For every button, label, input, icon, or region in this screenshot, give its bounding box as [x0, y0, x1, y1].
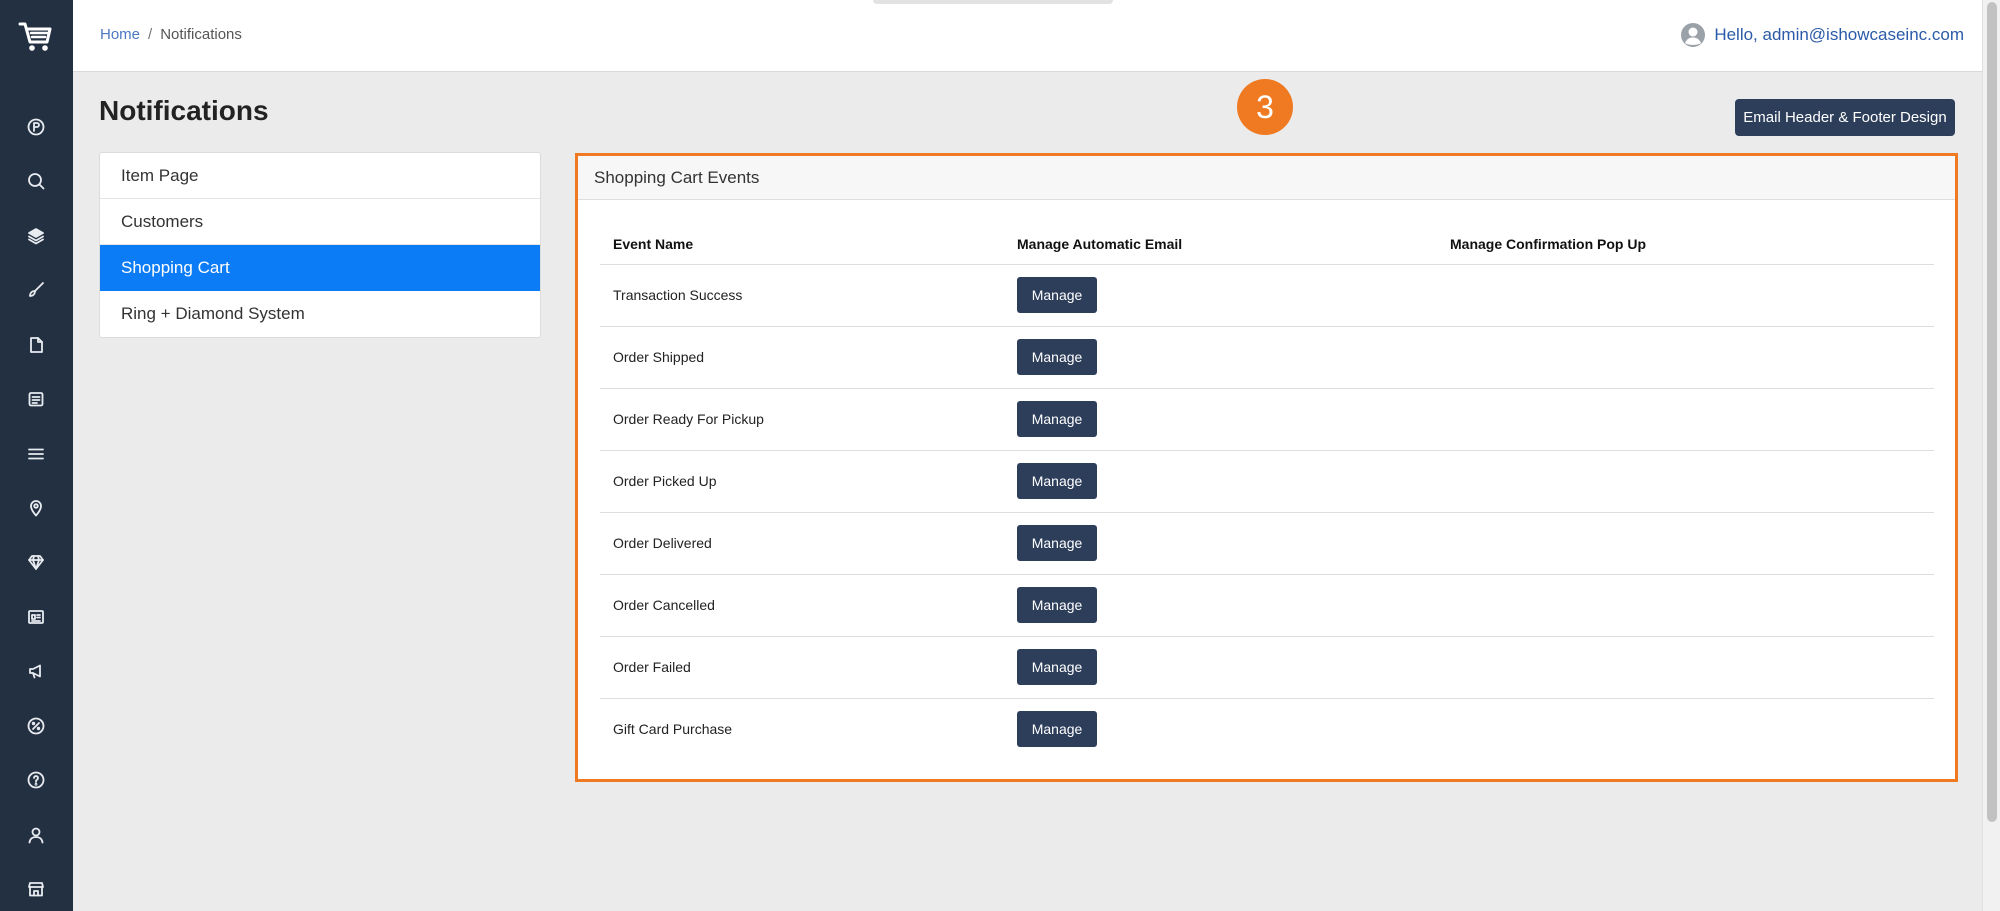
popup-cell: [1437, 636, 1934, 699]
gallery-icon[interactable]: [21, 602, 51, 632]
event-name: Gift Card Purchase: [613, 721, 733, 738]
top-bar-tab-hint: [873, 0, 1113, 4]
category-shopping-cart[interactable]: Shopping Cart: [100, 245, 540, 291]
discount-icon[interactable]: [21, 711, 51, 741]
manage-email-button[interactable]: Manage: [1017, 711, 1097, 748]
email-cell: Manage: [1004, 326, 1437, 389]
map-pin-icon[interactable]: [21, 493, 51, 523]
manage-email-button[interactable]: Manage: [1017, 649, 1097, 685]
sidebar-rail: [0, 0, 73, 911]
panel-title: Shopping Cart Events: [578, 156, 1955, 200]
shopping-cart-events-panel: Shopping Cart Events Event Name Manage A…: [575, 153, 1958, 782]
brush-icon[interactable]: [21, 275, 51, 305]
category-ring-diamond-system[interactable]: Ring + Diamond System: [100, 291, 540, 337]
layers-icon[interactable]: [21, 221, 51, 251]
table-row: Order Failed Manage: [600, 636, 1934, 699]
breadcrumb-current: Notifications: [160, 26, 242, 43]
store-icon[interactable]: [21, 874, 51, 904]
help-icon[interactable]: [21, 765, 51, 795]
menu-icon[interactable]: [21, 439, 51, 469]
column-header-confirmation-popup: Manage Confirmation Pop Up: [1437, 225, 1934, 265]
breadcrumb-separator: /: [148, 26, 153, 43]
column-header-automatic-email: Manage Automatic Email: [1004, 225, 1437, 265]
popup-cell: [1437, 326, 1934, 389]
email-cell: Manage: [1004, 698, 1437, 760]
manage-email-button[interactable]: Manage: [1017, 277, 1097, 313]
table-row: Transaction Success Manage: [600, 264, 1934, 327]
manage-email-button[interactable]: Manage: [1017, 463, 1097, 499]
table-row: Order Picked Up Manage: [600, 450, 1934, 513]
table-row: Order Ready For Pickup Manage: [600, 388, 1934, 451]
page-title: Notifications: [99, 95, 269, 126]
user-greeting: Hello, admin@ishowcaseinc.com: [1714, 25, 1964, 44]
email-cell: Manage: [1004, 264, 1437, 327]
event-name: Order Cancelled: [600, 574, 1004, 637]
email-cell: Manage: [1004, 574, 1437, 637]
email-header-footer-design-button[interactable]: Email Header & Footer Design: [1735, 99, 1955, 136]
popup-cell: [1437, 574, 1934, 637]
diamond-icon[interactable]: [21, 547, 51, 577]
user-circle-icon: [1680, 22, 1706, 48]
scrollbar-thumb[interactable]: [1987, 2, 1997, 822]
event-name: Order Picked Up: [600, 450, 1004, 513]
breadcrumb: Home / Notifications: [100, 26, 242, 43]
popup-cell: [1437, 450, 1934, 513]
email-cell: Manage: [1004, 388, 1437, 451]
breadcrumb-home-link[interactable]: Home: [100, 26, 140, 43]
user-icon[interactable]: [21, 820, 51, 850]
cart-logo-icon[interactable]: [16, 16, 56, 56]
email-cell: Manage: [1004, 636, 1437, 699]
event-name: Order Ready For Pickup: [600, 388, 1004, 451]
events-table: Event Name Manage Automatic Email Manage…: [600, 225, 1934, 760]
blog-icon[interactable]: [21, 384, 51, 414]
step-badge: 3: [1237, 79, 1293, 135]
file-icon[interactable]: [21, 330, 51, 360]
popup-cell: [1437, 698, 1934, 760]
event-name: Order Shipped: [600, 326, 1004, 389]
user-menu[interactable]: Hello, admin@ishowcaseinc.com: [1680, 22, 1964, 48]
email-cell: Manage: [1004, 512, 1437, 575]
manage-email-button[interactable]: Manage: [1017, 525, 1097, 561]
category-item-page[interactable]: Item Page: [100, 153, 540, 199]
table-row: Order Cancelled Manage: [600, 574, 1934, 637]
event-name: Order Failed: [600, 636, 1004, 699]
table-row: Order Shipped Manage: [600, 326, 1934, 389]
category-customers[interactable]: Customers: [100, 199, 540, 245]
popup-cell: [1437, 264, 1934, 327]
table-row: Gift Card Purchase Manage: [600, 698, 1934, 760]
table-row: Order Delivered Manage: [600, 512, 1934, 575]
popup-cell: [1437, 512, 1934, 575]
popup-cell: [1437, 388, 1934, 451]
p-circle-icon[interactable]: [21, 112, 51, 142]
manage-email-button[interactable]: Manage: [1017, 401, 1097, 437]
table-header-row: Event Name Manage Automatic Email Manage…: [600, 225, 1934, 265]
megaphone-icon[interactable]: [21, 656, 51, 686]
notification-category-list: Item Page Customers Shopping Cart Ring +…: [99, 152, 541, 338]
column-header-event-name: Event Name: [600, 225, 1004, 265]
email-cell: Manage: [1004, 450, 1437, 513]
manage-email-button[interactable]: Manage: [1017, 339, 1097, 375]
seo-search-icon[interactable]: [21, 166, 51, 196]
event-name: Order Delivered: [600, 512, 1004, 575]
manage-email-button[interactable]: Manage: [1017, 587, 1097, 623]
vertical-scrollbar[interactable]: [1982, 0, 2000, 911]
event-name: Transaction Success: [600, 264, 1004, 327]
top-bar: Home / Notifications Hello, admin@ishowc…: [73, 0, 1982, 72]
